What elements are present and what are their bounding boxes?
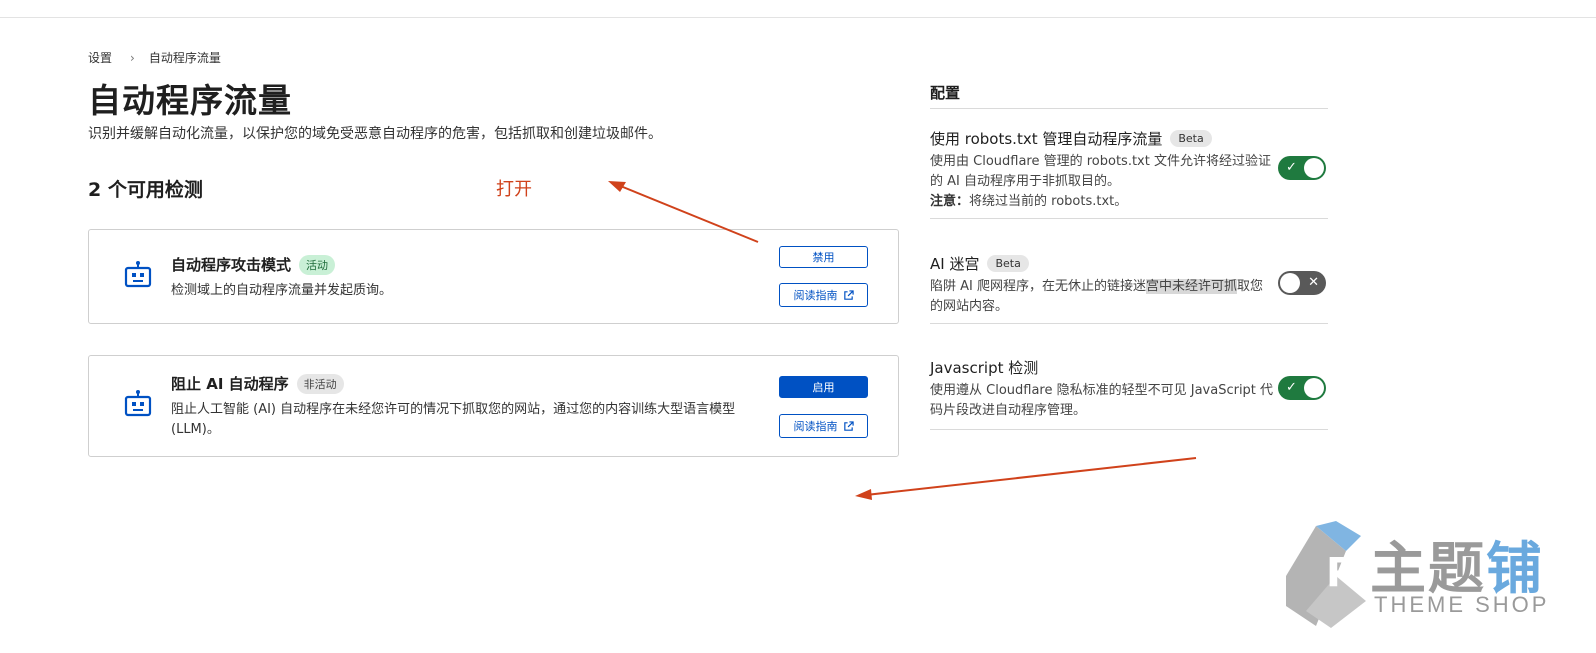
note-label: 注意： (930, 194, 970, 209)
page-description: 识别并缓解自动化流量，以保护您的域免受恶意自动程序的危害，包括抓取和创建垃圾邮件… (88, 126, 662, 142)
page-title: 自动程序流量 (88, 81, 292, 120)
check-icon: ✓ (1286, 160, 1297, 175)
watermark-subtitle: THEME SHOP (1374, 592, 1550, 617)
breadcrumb-settings-link[interactable]: 设置 (88, 49, 112, 66)
card-description: 检测域上的自动程序流量并发起质询。 (171, 283, 393, 298)
disable-button[interactable]: 禁用 (779, 246, 868, 268)
card-title: 阻止 AI 自动程序 (171, 375, 289, 393)
read-guide-label: 阅读指南 (793, 289, 838, 302)
beta-badge: Beta (1170, 130, 1212, 147)
config-divider (930, 429, 1328, 430)
setting-description-part: 陷阱 AI 爬网程序，在无休止的链接迷 (930, 279, 1146, 294)
setting-header: Javascript 检测 (930, 357, 1328, 378)
disable-button-label: 禁用 (812, 251, 835, 264)
enable-button[interactable]: 启用 (779, 376, 868, 398)
annotation-open-label: 打开 (496, 179, 532, 200)
config-title: 配置 (930, 84, 961, 102)
detections-heading: 2 个可用检测 (88, 179, 203, 201)
external-link-icon (843, 420, 854, 431)
note-text: 将绕过当前的 robots.txt。 (969, 194, 1128, 209)
setting-title: Javascript 检测 (930, 359, 1039, 377)
external-link-icon (843, 289, 854, 300)
setting-javascript-detection: Javascript 检测 使用遵从 Cloudflare 隐私标准的轻型不可见… (930, 357, 1328, 421)
javascript-detection-toggle[interactable]: ✓ (1278, 376, 1326, 400)
top-divider (0, 17, 1596, 18)
robot-icon (124, 390, 152, 417)
setting-description: 使用遵从 Cloudflare 隐私标准的轻型不可见 JavaScript 代码… (930, 383, 1274, 418)
setting-header: 使用 robots.txt 管理自动程序流量 Beta (930, 128, 1328, 149)
chevron-right-icon: › (130, 50, 135, 65)
setting-title: 使用 robots.txt 管理自动程序流量 (930, 130, 1163, 148)
read-guide-label: 阅读指南 (793, 420, 838, 433)
beta-badge: Beta (987, 255, 1029, 272)
setting-header: AI 迷宫 Beta (930, 253, 1328, 274)
config-divider (930, 218, 1328, 219)
check-icon: ✓ (1286, 380, 1297, 395)
card-header: 自动程序攻击模式 活动 (171, 254, 336, 275)
setting-ai-labyrinth: AI 迷宫 Beta 陷阱 AI 爬网程序，在无休止的链接迷宫中未经许可抓取您的… (930, 253, 1328, 317)
card-description: 阻止人工智能 (AI) 自动程序在未经您许可的情况下抓取您的网站，通过您的内容训… (171, 402, 736, 437)
setting-description: 使用由 Cloudflare 管理的 robots.txt 文件允许将经过验证的… (930, 152, 1275, 212)
detection-card-bot-fight-mode: 自动程序攻击模式 活动 检测域上的自动程序流量并发起质询。 禁用 阅读指南 (88, 229, 899, 324)
ai-labyrinth-toggle[interactable]: ✕ (1278, 271, 1326, 295)
setting-robots-txt: 使用 robots.txt 管理自动程序流量 Beta 使用由 Cloudfla… (930, 128, 1328, 212)
svg-text:P: P (1326, 550, 1355, 596)
breadcrumb: 设置 › 自动程序流量 (88, 49, 221, 66)
status-badge: 非活动 (296, 373, 344, 394)
toggle-knob (1304, 378, 1324, 398)
robot-icon (124, 261, 152, 288)
detection-card-block-ai-bots: 阻止 AI 自动程序 非活动 阻止人工智能 (AI) 自动程序在未经您许可的情况… (88, 355, 899, 457)
config-divider (930, 108, 1328, 109)
setting-description: 陷阱 AI 爬网程序，在无休止的链接迷宫中未经许可抓取您的网站内容。 (930, 277, 1275, 317)
setting-description-text: 使用由 Cloudflare 管理的 robots.txt 文件允许将经过验证的… (930, 154, 1271, 189)
enable-button-label: 启用 (812, 381, 835, 394)
toggle-knob (1304, 158, 1324, 178)
x-icon: ✕ (1308, 275, 1319, 290)
breadcrumb-current: 自动程序流量 (148, 51, 221, 65)
card-header: 阻止 AI 自动程序 非活动 (171, 373, 344, 394)
setting-title: AI 迷宫 (930, 255, 980, 273)
highlighted-text: 宫中未经许可抓 (1146, 279, 1238, 294)
annotation-arrow-bottom (855, 457, 1197, 500)
toggle-knob (1280, 273, 1300, 293)
read-guide-button[interactable]: 阅读指南 (779, 283, 868, 307)
config-divider (930, 323, 1328, 324)
card-title: 自动程序攻击模式 (171, 256, 292, 274)
robots-txt-toggle[interactable]: ✓ (1278, 156, 1326, 180)
read-guide-button[interactable]: 阅读指南 (779, 414, 868, 438)
status-badge: 活动 (299, 254, 336, 275)
